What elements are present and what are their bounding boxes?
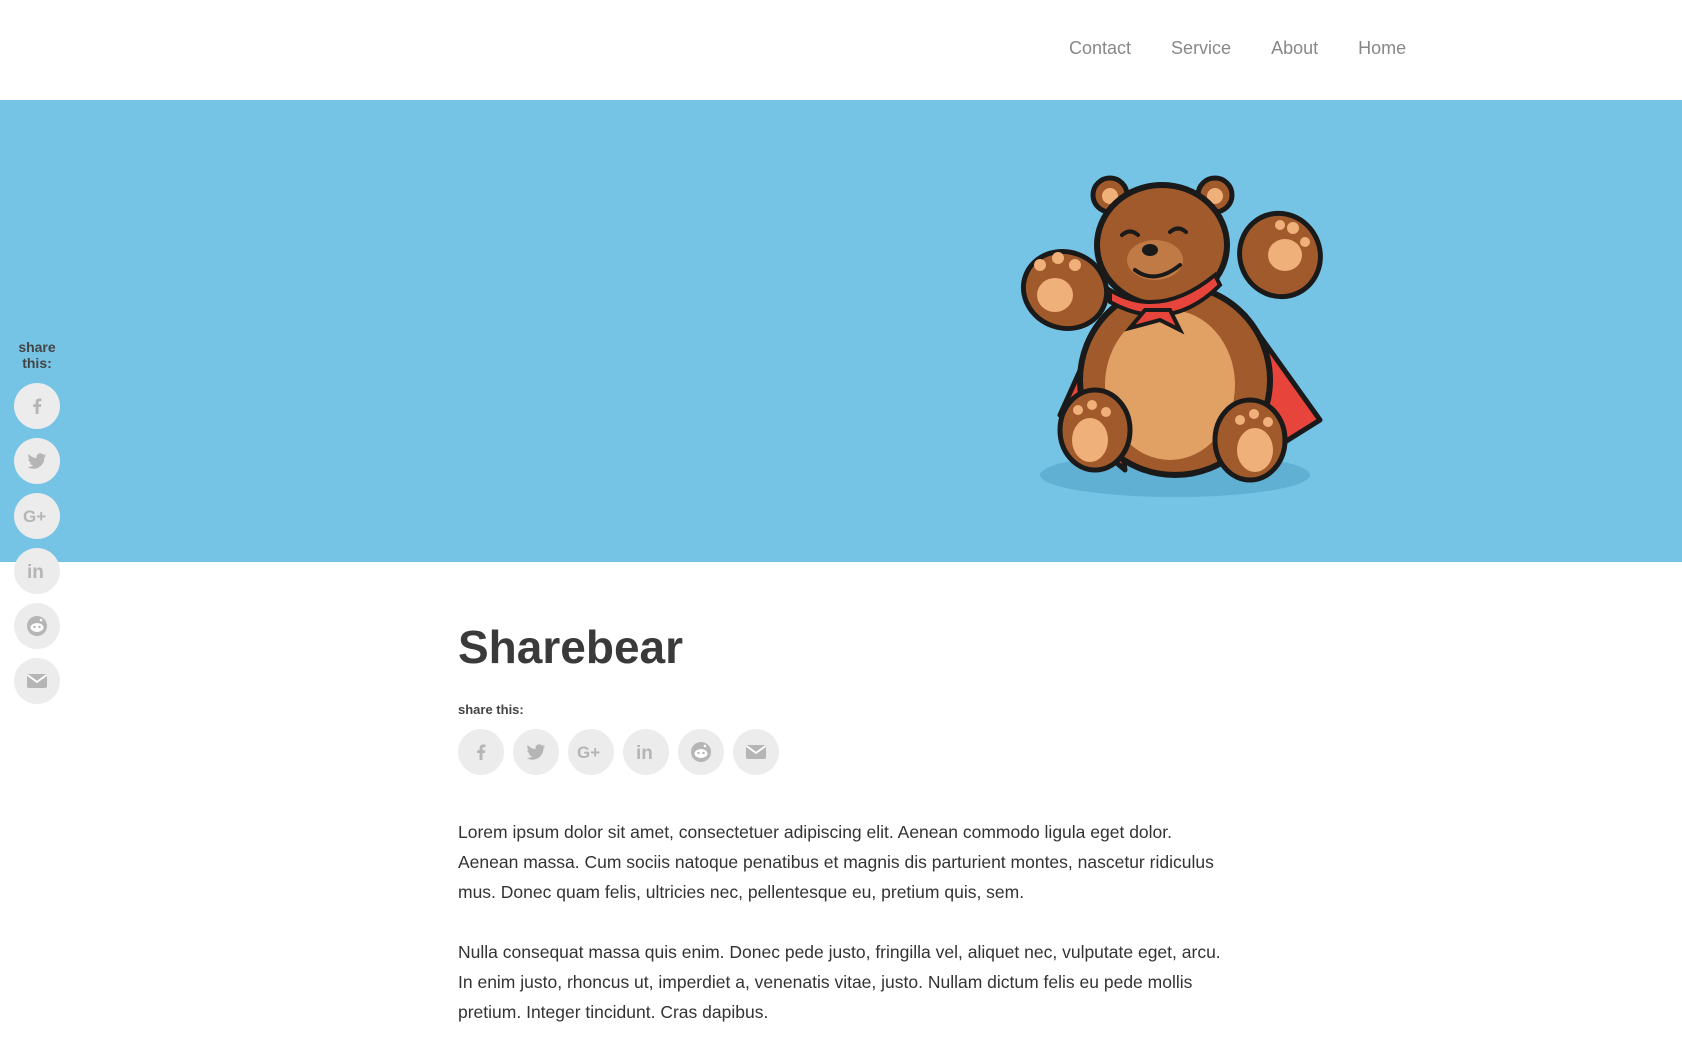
google-plus-icon: G+ xyxy=(22,506,52,526)
article: Sharebear share this: G+ in Lorem ipsum … xyxy=(458,620,1228,1027)
floating-share-facebook-button[interactable] xyxy=(14,383,60,429)
floating-share-email-button[interactable] xyxy=(14,658,60,704)
email-icon xyxy=(26,672,48,690)
nav-contact[interactable]: Contact xyxy=(1069,38,1131,59)
site-header: Contact Service About Home xyxy=(0,0,1682,100)
svg-text:G+: G+ xyxy=(23,507,46,526)
nav-about[interactable]: About xyxy=(1271,38,1318,59)
share-email-button[interactable] xyxy=(733,729,779,775)
email-icon xyxy=(745,743,767,761)
share-facebook-button[interactable] xyxy=(458,729,504,775)
twitter-icon xyxy=(26,451,48,471)
floating-share-bar: share this: G+ in xyxy=(14,339,60,713)
floating-share-google-plus-button[interactable]: G+ xyxy=(14,493,60,539)
teddy-bear-illustration xyxy=(1020,175,1323,497)
inline-share-label: share this: xyxy=(458,702,524,717)
reddit-icon xyxy=(26,615,48,637)
page-title: Sharebear xyxy=(458,621,684,673)
floating-share-twitter-button[interactable] xyxy=(14,438,60,484)
twitter-icon xyxy=(525,742,547,762)
linkedin-icon: in xyxy=(635,742,657,762)
hero-banner xyxy=(0,100,1682,562)
article-paragraph: Lorem ipsum dolor sit amet, consectetuer… xyxy=(458,822,1214,902)
share-linkedin-button[interactable]: in xyxy=(623,729,669,775)
floating-share-reddit-button[interactable] xyxy=(14,603,60,649)
google-plus-icon: G+ xyxy=(576,742,606,762)
inline-share-bar: G+ in xyxy=(458,729,1228,775)
linkedin-icon: in xyxy=(26,561,48,581)
main-nav: Contact Service About Home xyxy=(1069,38,1406,59)
share-reddit-button[interactable] xyxy=(678,729,724,775)
facebook-icon xyxy=(471,742,491,762)
nav-service[interactable]: Service xyxy=(1171,38,1231,59)
svg-text:G+: G+ xyxy=(577,743,600,762)
nav-home[interactable]: Home xyxy=(1358,38,1406,59)
article-paragraph: Nulla consequat massa quis enim. Donec p… xyxy=(458,942,1221,1022)
svg-text:in: in xyxy=(636,743,653,762)
floating-share-linkedin-button[interactable]: in xyxy=(14,548,60,594)
share-twitter-button[interactable] xyxy=(513,729,559,775)
svg-text:in: in xyxy=(27,562,44,581)
facebook-icon xyxy=(27,396,47,416)
reddit-icon xyxy=(690,741,712,763)
floating-share-label: share this: xyxy=(18,339,56,371)
share-google-plus-button[interactable]: G+ xyxy=(568,729,614,775)
